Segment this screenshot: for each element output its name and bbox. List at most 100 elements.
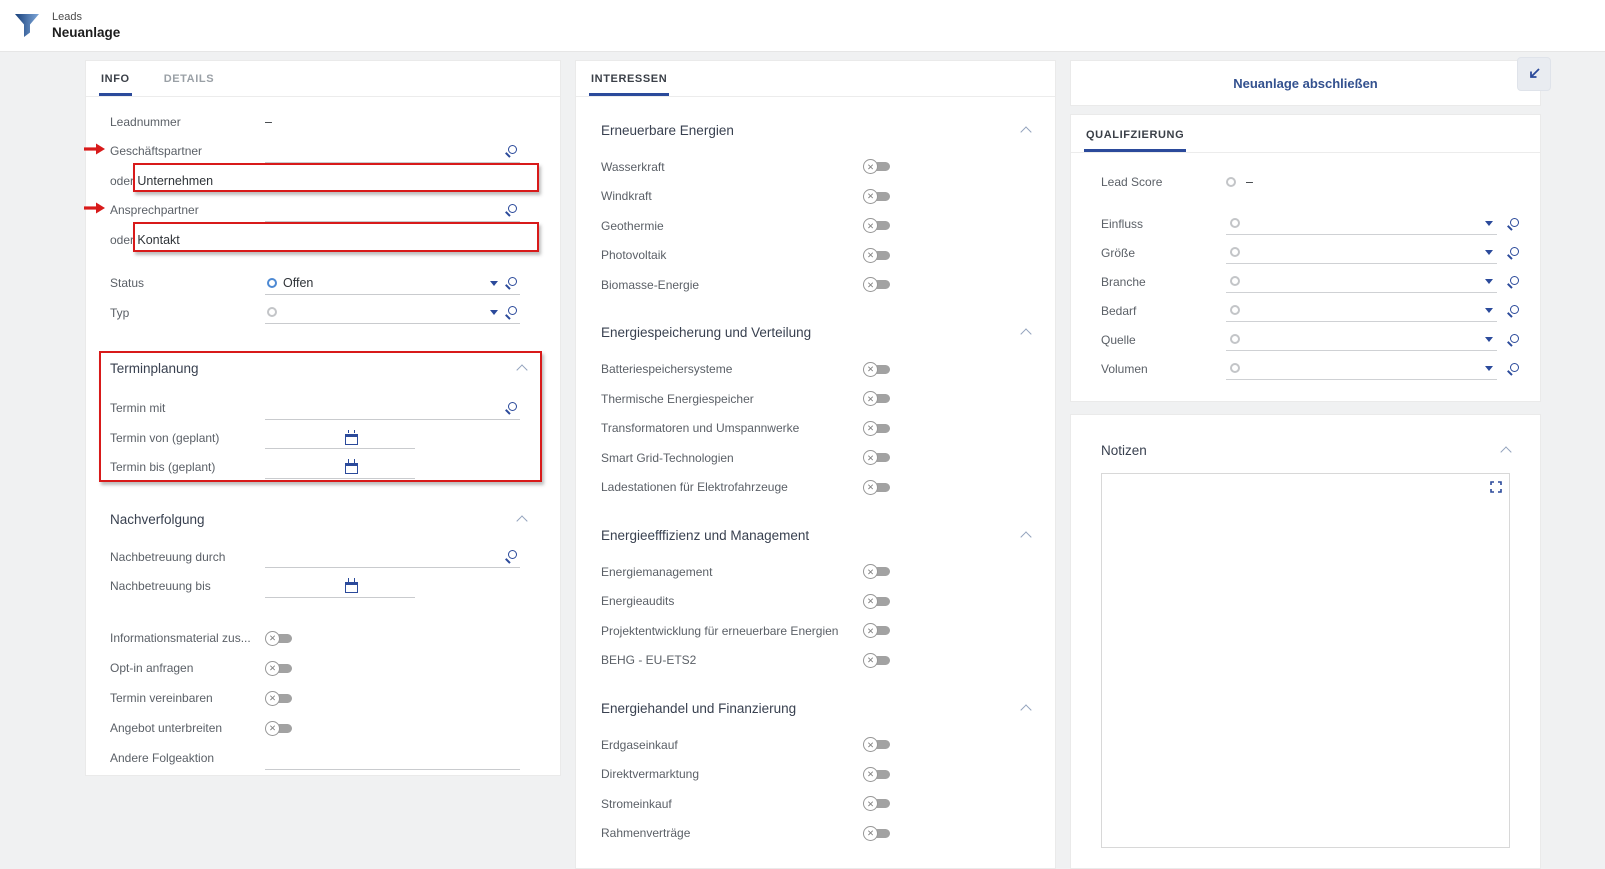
collapse-panel-button[interactable] [1517,57,1551,91]
search-icon[interactable] [1506,246,1520,260]
qualification-field[interactable] [1226,328,1497,351]
interest-label: Thermische Energiespeicher [601,392,863,406]
search-icon[interactable] [504,276,518,290]
toggle-switch[interactable] [863,159,890,174]
toggle-switch[interactable] [863,277,890,292]
search-icon[interactable] [504,305,518,319]
nachbetreuung-bis-field[interactable] [265,575,415,598]
dropdown-caret-icon[interactable] [1485,308,1493,317]
termin-bis-field[interactable] [265,456,415,479]
toggle-off-x-icon [863,737,878,752]
calendar-icon[interactable] [345,582,358,593]
toggle-switch[interactable] [265,631,292,646]
interest-list: Batteriespeichersysteme Thermische Energ… [601,355,1036,503]
ansprechpartner-field[interactable] [265,199,520,222]
toggle-track [278,664,292,673]
qualification-field[interactable] [1226,270,1497,293]
dropdown-caret-icon[interactable] [1485,221,1493,230]
lead-score-label: Lead Score [1101,175,1226,189]
search-icon[interactable] [1506,304,1520,318]
toggle-switch[interactable] [863,391,890,406]
toggle-switch[interactable] [863,653,890,668]
tab-details[interactable]: DETAILS [162,73,216,96]
toggle-switch[interactable] [863,450,890,465]
dropdown-caret-icon[interactable] [490,310,498,319]
dropdown-caret-icon[interactable] [1485,366,1493,375]
toggle-switch[interactable] [863,767,890,782]
collapse-chevron-icon[interactable] [1020,328,1031,339]
search-icon[interactable] [504,144,518,158]
diagonal-arrow-icon [1526,66,1542,82]
search-icon[interactable] [504,401,518,415]
tab-info[interactable]: INFO [99,73,132,96]
toggle-off-x-icon [265,661,280,676]
toggle-off-x-icon [265,691,280,706]
toggle-switch[interactable] [863,480,890,495]
geschaeftspartner-field[interactable] [265,140,520,163]
toggle-switch[interactable] [863,564,890,579]
interest-label: Windkraft [601,189,863,203]
kontakt-field[interactable] [265,228,520,251]
search-icon[interactable] [504,549,518,563]
toggle-switch[interactable] [863,737,890,752]
toggle-switch[interactable] [265,691,292,706]
toggle-switch[interactable] [863,189,890,204]
finish-action-bar[interactable]: Neuanlage abschließen [1070,60,1541,106]
nachbetreuung-durch-field[interactable] [265,545,520,568]
tab-qualifzierung[interactable]: QUALIFZIERUNG [1084,129,1186,152]
toggle-switch[interactable] [863,623,890,638]
toggle-switch[interactable] [863,594,890,609]
toggle-switch[interactable] [863,362,890,377]
qualification-field[interactable] [1226,357,1497,380]
search-icon[interactable] [1506,217,1520,231]
search-icon[interactable] [1506,275,1520,289]
unternehmen-field[interactable] [265,169,520,192]
toggle-switch[interactable] [265,661,292,676]
interest-label: Energiemanagement [601,565,863,579]
andere-folgeaktion-field[interactable] [265,747,520,770]
qualification-field[interactable] [1226,299,1497,322]
dropdown-caret-icon[interactable] [1485,279,1493,288]
status-field[interactable]: Offen [265,272,520,295]
toggle-off-x-icon [863,421,878,436]
collapse-chevron-icon[interactable] [516,364,527,375]
toggle-switch[interactable] [863,248,890,263]
toggle-switch[interactable] [863,218,890,233]
termin-mit-field[interactable] [265,397,520,420]
section-header-energiespeicherung: Energiespeicherung und Verteilung [601,320,1036,346]
collapse-chevron-icon[interactable] [516,515,527,526]
dropdown-caret-icon[interactable] [1485,337,1493,346]
notizen-textarea[interactable] [1101,473,1510,848]
search-icon[interactable] [1506,362,1520,376]
finish-button-label[interactable]: Neuanlage abschließen [1233,76,1378,91]
termin-von-row: Termin von (geplant) [110,423,540,453]
interest-row: Windkraft [601,182,1036,212]
dropdown-caret-icon[interactable] [490,281,498,290]
collapse-chevron-icon[interactable] [1500,446,1511,457]
search-icon[interactable] [504,203,518,217]
toggle-row: Termin vereinbaren [110,683,540,713]
calendar-icon[interactable] [345,434,358,445]
search-icon[interactable] [1506,333,1520,347]
status-label: Status [110,276,265,290]
collapse-chevron-icon[interactable] [1020,704,1031,715]
qualification-field[interactable] [1226,212,1497,235]
typ-field[interactable] [265,301,520,324]
collapse-chevron-icon[interactable] [1020,531,1031,542]
calendar-icon[interactable] [345,463,358,474]
tab-interessen[interactable]: INTERESSEN [589,73,669,96]
termin-mit-label: Termin mit [110,401,265,415]
toggle-switch[interactable] [863,421,890,436]
qualification-field-row: Größe [1101,238,1520,267]
expand-fullscreen-icon[interactable] [1490,481,1502,493]
toggle-track [876,740,890,749]
toggle-switch[interactable] [863,796,890,811]
toggle-switch[interactable] [863,826,890,841]
qualification-field[interactable] [1226,241,1497,264]
collapse-chevron-icon[interactable] [1020,126,1031,137]
termin-von-field[interactable] [265,426,415,449]
interest-row: Thermische Energiespeicher [601,384,1036,414]
toggle-switch[interactable] [265,721,292,736]
dropdown-caret-icon[interactable] [1485,250,1493,259]
nachbetreuung-durch-row: Nachbetreuung durch [110,542,540,572]
